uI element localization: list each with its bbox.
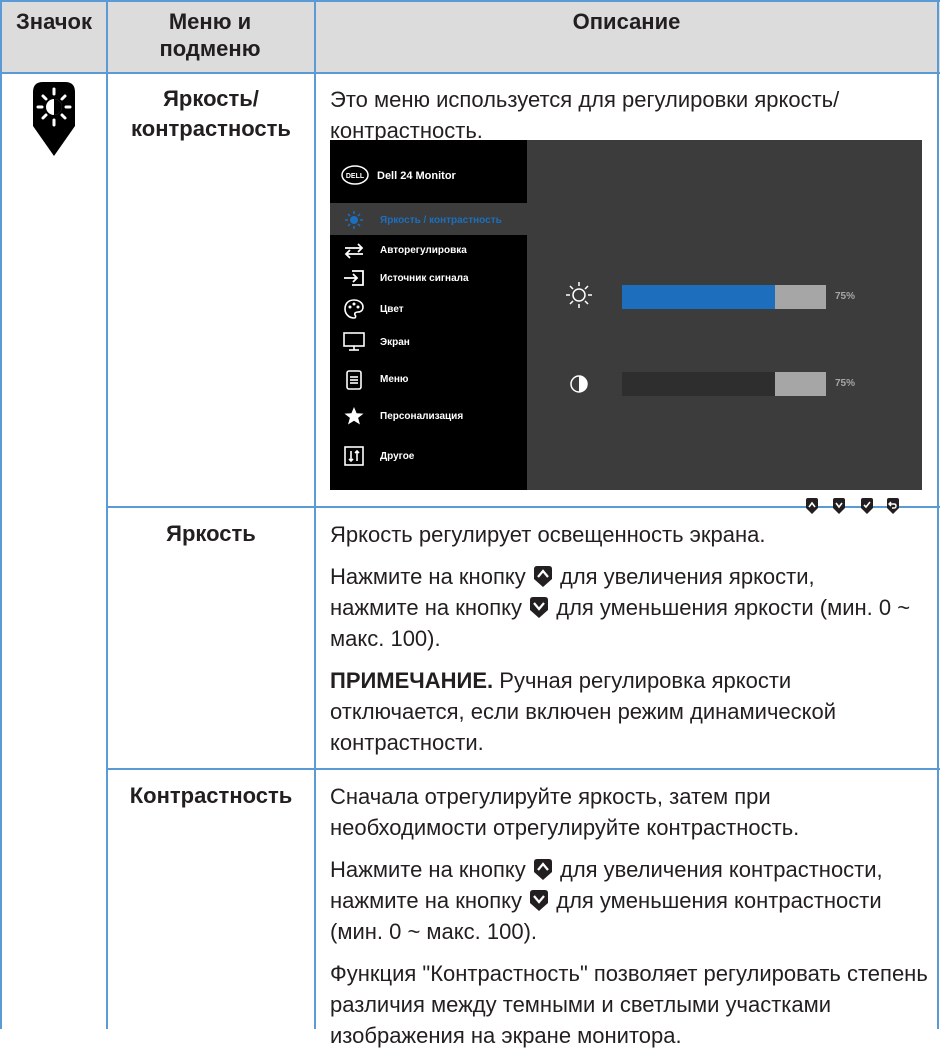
contrast-p3: Функция "Контрастность" позволяет регули… xyxy=(330,961,928,1048)
brightness-p2: Нажмите на кнопку для увеличения яркости… xyxy=(330,561,930,654)
brightness-p2-a: Нажмите на кнопку xyxy=(330,564,526,589)
brightness-contrast-pin-icon xyxy=(33,82,75,156)
col-border-3 xyxy=(314,0,316,1029)
contrast-slider-fill xyxy=(622,372,775,396)
contrast-p1: Сначала отрегулируйте яркость, затем при… xyxy=(330,784,800,840)
dell-logo: DELL xyxy=(341,165,369,185)
contrast-p2: Нажмите на кнопку для увеличения контрас… xyxy=(330,854,930,947)
submenu-brightness-contrast: Яркость/ контрастность xyxy=(131,86,291,141)
svg-text:DELL: DELL xyxy=(346,173,365,180)
osd-menu-item-other[interactable]: Другое xyxy=(380,451,414,462)
input-source-icon xyxy=(344,270,364,286)
osd-menu-item-input-source[interactable]: Источник сигнала xyxy=(380,273,469,284)
osd-screenshot: DELL Dell 24 Monitor Яркость / контрастн… xyxy=(330,140,922,490)
note-label: ПРИМЕЧАНИЕ. xyxy=(330,668,494,693)
up-arrow-button-icon xyxy=(806,498,818,514)
contrast-icon xyxy=(570,375,588,393)
table-border-top xyxy=(0,0,940,2)
brightness-description: Яркость регулирует освещенность экрана. … xyxy=(330,519,930,758)
auto-adjust-icon xyxy=(344,243,364,259)
osd-menu-item-auto-adjust[interactable]: Авторегулировка xyxy=(380,245,467,256)
contrast-description: Сначала отрегулируйте яркость, затем при… xyxy=(330,781,930,1051)
header-menu-column: Меню и подменю xyxy=(159,9,261,61)
osd-menu-item-personalize[interactable]: Персонализация xyxy=(380,411,463,422)
back-button-icon xyxy=(887,498,899,514)
ok-button-icon xyxy=(861,498,873,514)
contrast-p2-c: нажмите на кнопку xyxy=(330,888,522,913)
brightness-p2-c: нажмите на кнопку xyxy=(330,595,522,620)
col-border-2 xyxy=(106,0,108,1029)
submenu-contrast: Контрастность xyxy=(129,783,293,808)
contrast-slider[interactable] xyxy=(622,372,826,396)
row-divider-2 xyxy=(106,768,940,770)
osd-menu-item-menu[interactable]: Меню xyxy=(380,374,408,385)
up-button-icon xyxy=(533,566,552,587)
osd-menu-item-display[interactable]: Экран xyxy=(380,337,410,348)
brightness-note: ПРИМЕЧАНИЕ. Ручная регулировка яркости о… xyxy=(330,665,930,758)
display-icon xyxy=(343,332,365,351)
sun-icon xyxy=(345,211,363,229)
osd-menu-item-brightness-contrast[interactable]: Яркость / контрастность xyxy=(380,215,502,226)
down-button-icon xyxy=(530,597,549,618)
menu-icon xyxy=(346,370,362,390)
brightness-slider-fill xyxy=(622,285,775,309)
up-button-icon xyxy=(533,859,552,880)
down-button-icon xyxy=(530,890,549,911)
contrast-p2-a: Нажмите на кнопку xyxy=(330,857,526,882)
osd-menu-item-color[interactable]: Цвет xyxy=(380,304,404,315)
brightness-p2-b: для увеличения яркости, xyxy=(559,564,815,589)
col-border-4 xyxy=(937,0,939,1029)
contrast-p2-b: для увеличения контрастности, xyxy=(559,857,883,882)
other-icon xyxy=(344,446,364,466)
submenu-brightness: Яркость xyxy=(166,521,256,546)
brightness-p1: Яркость регулирует освещенность экрана. xyxy=(330,522,766,547)
brightness-value: 75% xyxy=(835,291,856,302)
brightness-slider[interactable] xyxy=(622,285,826,309)
contrast-value: 75% xyxy=(835,378,856,389)
osd-title: Dell 24 Monitor xyxy=(377,170,456,182)
header-description-column: Описание xyxy=(572,9,681,34)
table-border-header xyxy=(0,72,940,74)
col-border-1 xyxy=(0,0,2,1029)
header-icon-column: Значок xyxy=(16,9,92,34)
star-icon xyxy=(344,407,364,425)
down-arrow-button-icon xyxy=(833,498,845,514)
color-palette-icon xyxy=(344,299,364,319)
description-brightness-contrast: Это меню используется для регулировки яр… xyxy=(330,87,840,143)
brightness-sun-icon xyxy=(566,282,592,308)
